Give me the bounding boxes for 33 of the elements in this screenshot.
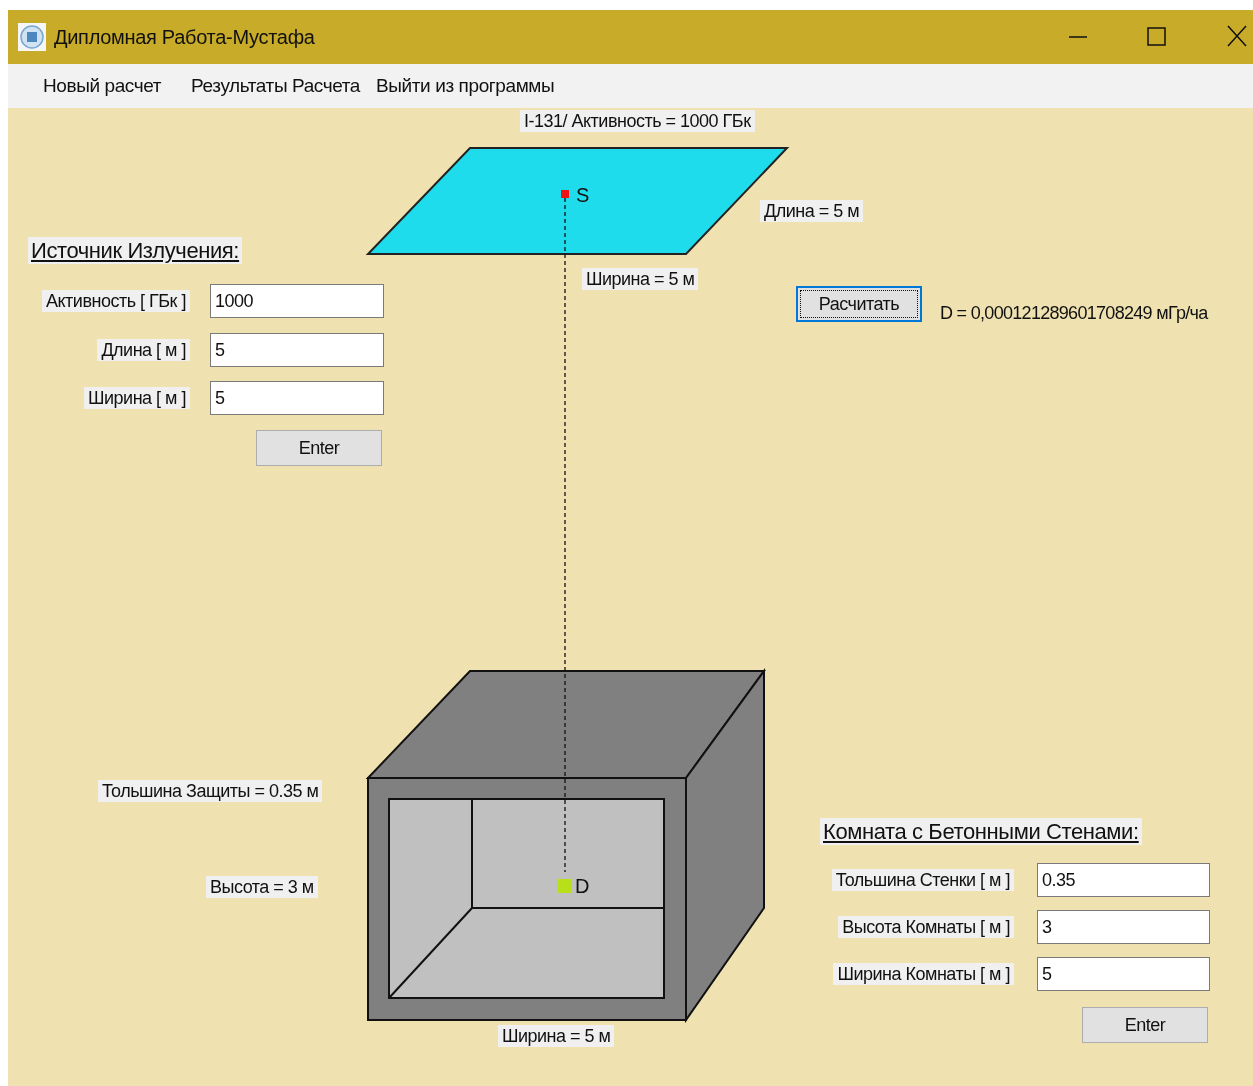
- enter-button[interactable]: Enter: [256, 430, 382, 466]
- width-label: Ширина = 5 м: [498, 1025, 615, 1047]
- source-label: I-131/ Активность = 1000 ГБк: [520, 110, 755, 132]
- point-label: D: [575, 875, 590, 898]
- menu-item[interactable]: Новый расчет: [36, 71, 169, 101]
- section-title: Комната с Бетонными Стенами:: [820, 818, 1142, 845]
- calculate-button[interactable]: Расчитать: [796, 286, 922, 322]
- input-field[interactable]: 5: [210, 381, 384, 415]
- width-label: Ширина = 5 м: [582, 268, 699, 290]
- enter-button[interactable]: Enter: [1082, 1007, 1208, 1043]
- menu-item[interactable]: Выйти из программы: [369, 71, 562, 101]
- result-text: D = 0,000121289601708249 мГр/ча: [940, 303, 1208, 324]
- source-point: [561, 190, 569, 198]
- point-label: S: [576, 184, 590, 207]
- field-label: Тольшина Стенки [ м ]: [831, 869, 1014, 891]
- input-field[interactable]: 3: [1037, 910, 1210, 944]
- field-label: Ширина [ м ]: [84, 387, 190, 409]
- window-title: Дипломная Работа-Мустафа: [54, 25, 315, 49]
- input-field[interactable]: 5: [1037, 957, 1210, 991]
- section-title: Источник Излучения:: [28, 237, 243, 264]
- height-label: Высота = 3 м: [206, 876, 318, 898]
- length-label: Длина = 5 м: [760, 200, 864, 222]
- menu-item[interactable]: Результаты Расчета: [184, 71, 368, 101]
- field-label: Ширина Комнаты [ м ]: [833, 963, 1014, 985]
- detector-point: [558, 879, 572, 893]
- input-field[interactable]: 0.35: [1037, 863, 1210, 897]
- app-icon: [18, 23, 46, 51]
- input-field[interactable]: 1000: [210, 284, 384, 318]
- field-label: Высота Комнаты [ м ]: [838, 916, 1014, 938]
- field-label: Длина [ м ]: [97, 339, 190, 361]
- field-label: Активность [ ГБк ]: [42, 290, 190, 312]
- thickness-label: Тольшина Защиты = 0.35 м: [98, 780, 323, 802]
- input-field[interactable]: 5: [210, 333, 384, 367]
